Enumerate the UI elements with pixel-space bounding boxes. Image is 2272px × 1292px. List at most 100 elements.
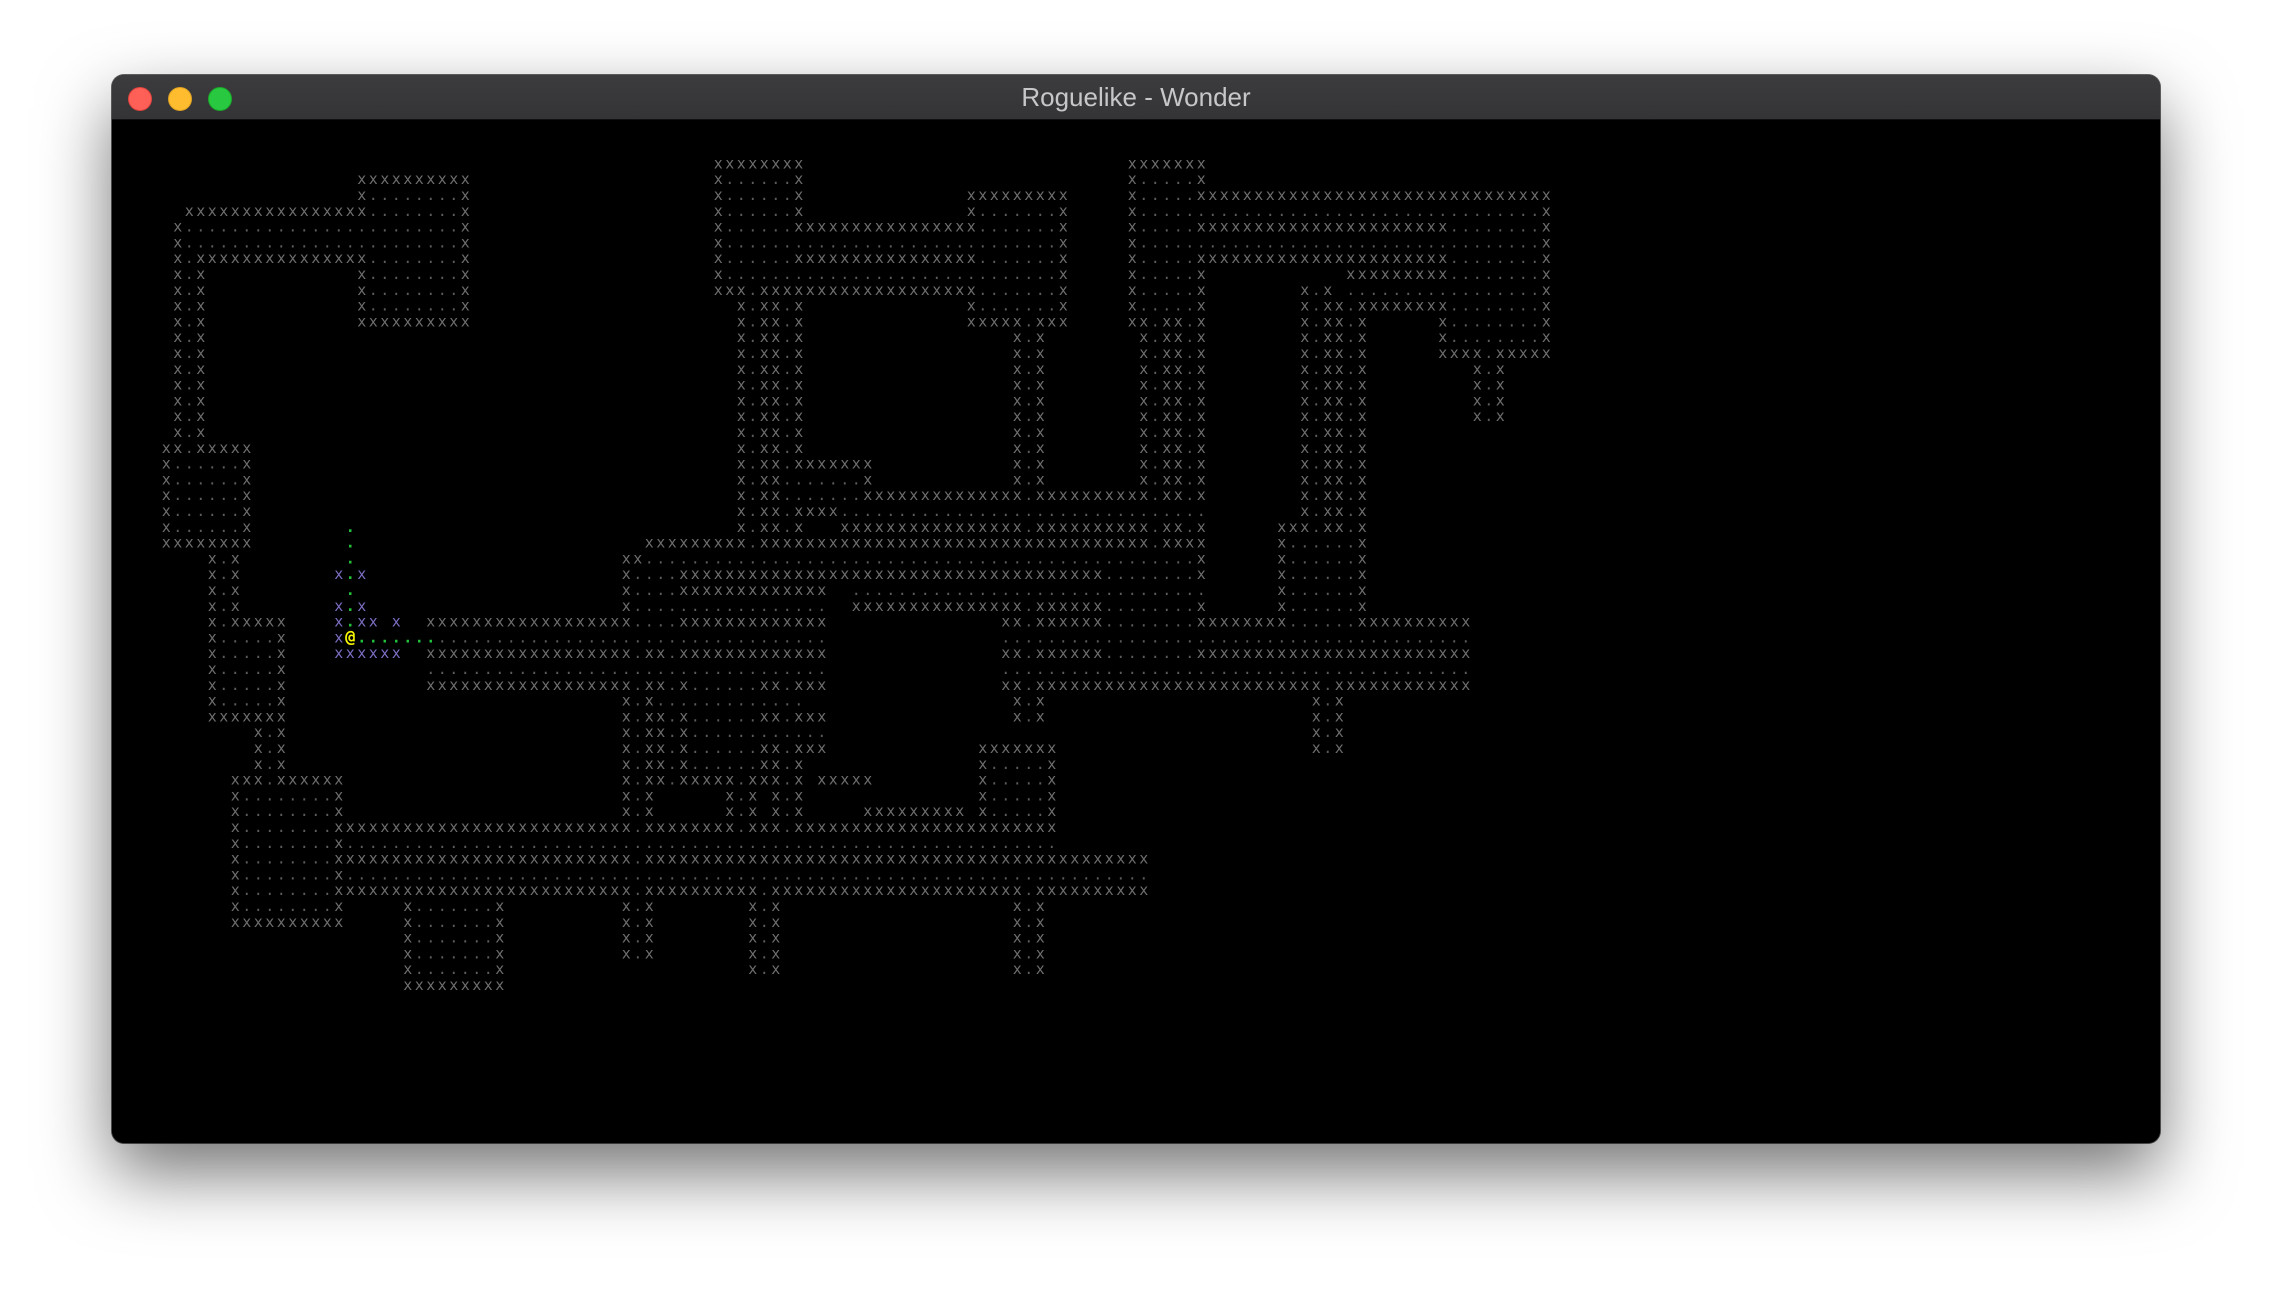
map-wall: x [1323,249,1332,267]
map-wall: x [185,534,194,552]
map-wall: x [254,249,263,267]
map-wall: x [323,249,332,267]
map-wall-visible: x [334,644,343,662]
map-wall: x [691,771,700,789]
map-wall: x [1001,881,1010,899]
map-wall: x [415,312,424,330]
map-wall: x [1519,344,1528,362]
map-wall: x [840,771,849,789]
map-wall: x [288,913,297,931]
map-wall: x [518,676,527,694]
map-wall: x [231,707,240,725]
map-wall: x [1047,312,1056,330]
map-wall: x [714,771,723,789]
map-wall: x [771,960,780,978]
map-floor: . [1024,707,1033,725]
map-wall: x [311,249,320,267]
game-screen[interactable]: xxxxxxxxxxxxxxxxxxxxxxxxxx......xx.....x… [112,120,2160,1143]
map-wall: x [1082,881,1091,899]
map-wall: x [334,249,343,267]
map-wall: x [702,881,711,899]
map-wall: x [840,565,849,583]
map-wall: x [955,881,964,899]
map-wall-visible: x [357,644,366,662]
map-wall: x [760,771,769,789]
map-wall: x [1542,344,1551,362]
map-wall: x [1059,312,1068,330]
map-wall: x [564,881,573,899]
map-wall: x [990,881,999,899]
map-wall: x [944,881,953,899]
map-wall: x [553,676,562,694]
map-wall: x [1047,881,1056,899]
map-wall: x [840,281,849,299]
map-wall: x [1312,249,1321,267]
game-window: Roguelike - Wonder x x x x x x x x x x x x x x x x x x x x x… [112,75,2160,1143]
map-wall: x [403,976,412,994]
map-wall: x [1036,960,1045,978]
map-wall: x [1438,344,1447,362]
map-wall: x [484,676,493,694]
map-wall: x [978,597,987,615]
map-wall: x [380,312,389,330]
map-wall: x [1220,676,1229,694]
map-wall: x [553,881,562,899]
map-wall: x [852,881,861,899]
map-wall: x [1507,344,1516,362]
map-wall: x [1243,249,1252,267]
map-wall: x [231,913,240,931]
map-wall: x [1392,676,1401,694]
map-wall: x [1116,676,1125,694]
map-wall: x [461,976,470,994]
map-wall: x [1208,249,1217,267]
map-wall: x [242,913,251,931]
map-wall: x [932,281,941,299]
map-wall: x [955,281,964,299]
map-wall: x [829,565,838,583]
map-wall: x [1093,676,1102,694]
map-wall: x [1105,881,1114,899]
map-wall-visible: x [346,644,355,662]
map-wall: x [530,676,539,694]
map-wall: x [288,249,297,267]
map-wall: x [921,281,930,299]
map-floor-visible: . [415,628,424,646]
map-wall: x [507,881,516,899]
map-wall-visible: x [380,644,389,662]
map-wall: x [323,913,332,931]
map-wall: x [242,707,251,725]
map-wall: x [1381,676,1390,694]
map-wall: x [449,312,458,330]
window-title: Roguelike - Wonder [1021,82,1251,112]
map-wall: x [1151,676,1160,694]
map-wall: x [909,881,918,899]
map-wall: x [1277,249,1286,267]
map-wall: x [978,881,987,899]
map-wall: x [817,771,826,789]
map-wall: x [1392,297,1401,315]
map-wall: x [231,249,240,267]
map-wall: x [886,281,895,299]
map-wall: x [1369,297,1378,315]
map-wall-visible: x [392,644,401,662]
map-wall: x [1208,676,1217,694]
map-wall: x [1070,676,1079,694]
map-wall: x [1427,676,1436,694]
map-wall: x [1254,249,1263,267]
map-wall: x [863,281,872,299]
map-wall: x [311,913,320,931]
map-wall: x [932,597,941,615]
map-wall: x [403,312,412,330]
map-wall: x [806,676,815,694]
map-wall: x [265,913,274,931]
map-wall: x [242,534,251,552]
map-wall: x [380,881,389,899]
map-wall: x [1300,676,1309,694]
map-wall: x [909,281,918,299]
title-bar[interactable]: Roguelike - Wonder [112,75,2160,120]
map-wall: x [863,881,872,899]
map-wall: x [518,881,527,899]
map-wall: x [173,534,182,552]
map-wall: x [357,312,366,330]
map-wall: x [1220,249,1229,267]
